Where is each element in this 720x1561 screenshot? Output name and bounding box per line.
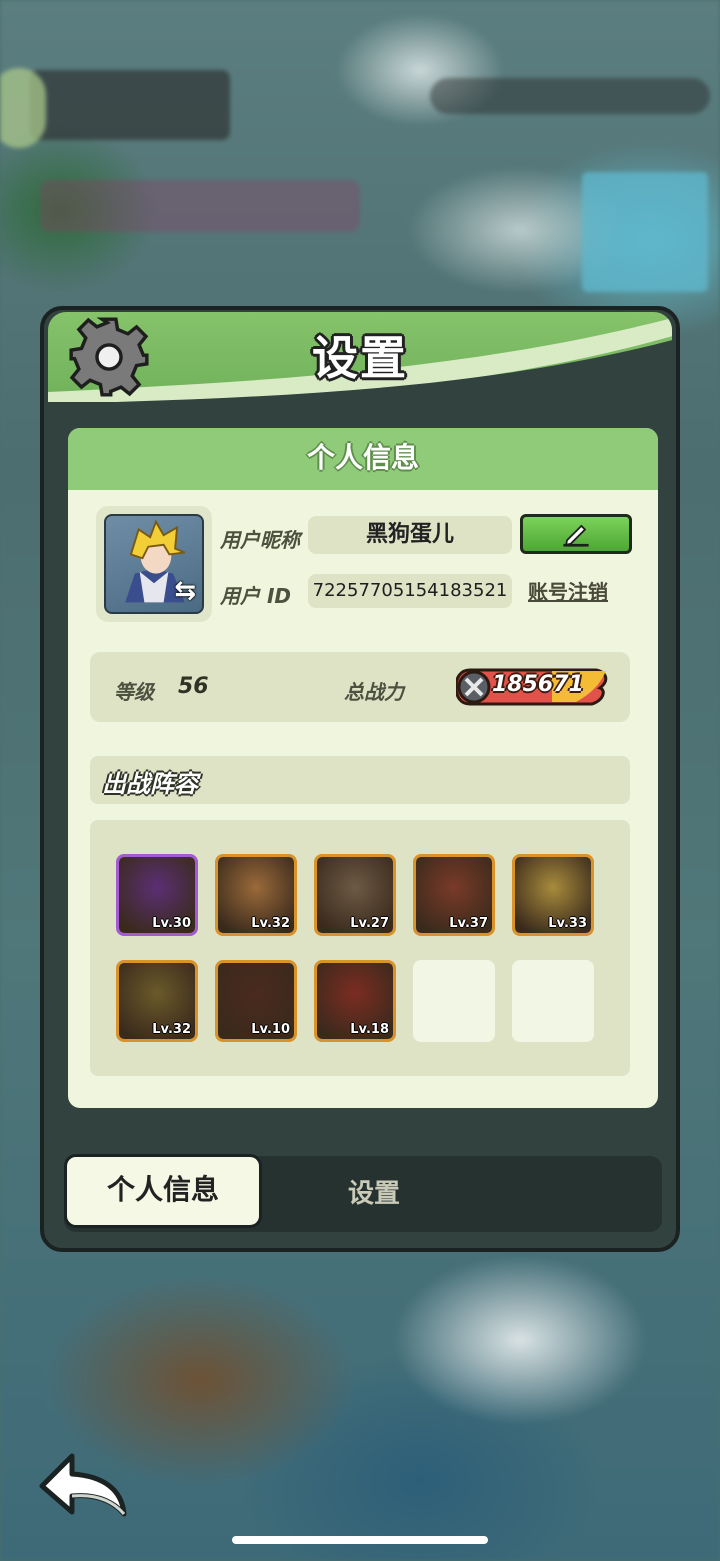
- home-indicator[interactable]: [232, 1536, 488, 1544]
- hero-level: Lv.27: [350, 916, 389, 931]
- swap-arrows-icon[interactable]: ⇆: [174, 576, 196, 606]
- tab-bar: 个人信息 设置: [64, 1154, 662, 1232]
- dialog-title: 设置: [312, 331, 408, 385]
- hero-card[interactable]: Lv.27: [314, 854, 396, 936]
- hero-card[interactable]: Lv.18: [314, 960, 396, 1042]
- hero-card[interactable]: Lv.30: [116, 854, 198, 936]
- hero-level: Lv.30: [152, 916, 191, 931]
- lineup-section-header: 出战阵容: [90, 756, 630, 804]
- hero-level: Lv.10: [251, 1022, 290, 1037]
- minimap: [582, 172, 708, 292]
- empty-hero-slot[interactable]: [413, 960, 495, 1042]
- hero-card[interactable]: Lv.33: [512, 854, 594, 936]
- hero-level: Lv.33: [548, 916, 587, 931]
- power-label: 总战力: [344, 680, 404, 704]
- edit-nickname-button[interactable]: [520, 514, 632, 554]
- tab-settings[interactable]: 设置: [284, 1156, 464, 1232]
- level-label: 等级: [114, 680, 154, 704]
- stats-row: 等级 56 总战力 185671: [90, 652, 630, 722]
- hero-level: Lv.37: [449, 916, 488, 931]
- hero-level: Lv.32: [251, 916, 290, 931]
- panel-title: 个人信息: [68, 428, 658, 490]
- hero-level: Lv.32: [152, 1022, 191, 1037]
- level-value: 56: [178, 674, 209, 699]
- profile-panel: 个人信息 ⇆ 用户昵称 黑狗蛋儿 用户 ID 72257705154183521: [68, 428, 658, 1108]
- hero-level: Lv.18: [350, 1022, 389, 1037]
- tab-profile[interactable]: 个人信息: [64, 1154, 262, 1228]
- avatar[interactable]: ⇆: [104, 514, 204, 614]
- pencil-icon: [563, 524, 589, 547]
- lineup-title: 出战阵容: [102, 770, 198, 798]
- settings-dialog: 设置 个人信息 ⇆ 用户昵称 黑狗蛋儿 用户 ID 72257705154183…: [40, 306, 680, 1252]
- empty-hero-slot[interactable]: [512, 960, 594, 1042]
- resource-bar: [430, 78, 710, 114]
- nickname-field: 黑狗蛋儿: [308, 516, 512, 554]
- hero-card[interactable]: Lv.10: [215, 960, 297, 1042]
- user-id-label: 用户 ID: [220, 584, 292, 608]
- power-value: 185671: [492, 672, 584, 697]
- side-button: [0, 68, 46, 148]
- hero-card[interactable]: Lv.32: [116, 960, 198, 1042]
- cancel-account-link[interactable]: 账号注销: [528, 576, 608, 605]
- event-icons-row: [40, 180, 360, 232]
- hero-card[interactable]: Lv.32: [215, 854, 297, 936]
- avatar-frame[interactable]: ⇆: [96, 506, 212, 622]
- back-arrow-icon[interactable]: [38, 1450, 130, 1522]
- hero-lineup: Lv.30 Lv.32 Lv.27 Lv.37 Lv.33 Lv.32 Lv.10 Lv.18: [90, 820, 630, 1076]
- user-id-field: 72257705154183521: [308, 574, 512, 608]
- hero-card[interactable]: Lv.37: [413, 854, 495, 936]
- nickname-label: 用户昵称: [220, 528, 300, 552]
- player-hud: [30, 70, 230, 140]
- dialog-header: 设置: [48, 312, 672, 402]
